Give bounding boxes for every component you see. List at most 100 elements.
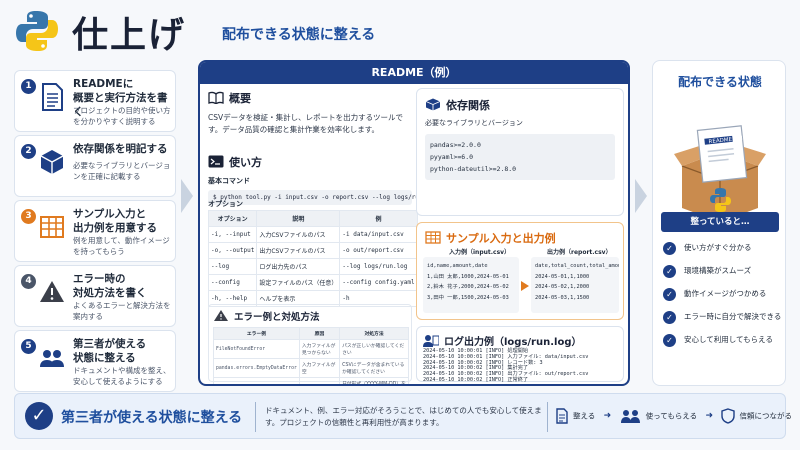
table-header-cell: オプション bbox=[207, 210, 258, 227]
table-cell: 入力ファイルが空 bbox=[298, 358, 341, 378]
output-label: 出力例（report.csv） bbox=[547, 249, 612, 256]
table-row: pandas.errors.EmptyDataError 入力ファイルが空 CS… bbox=[213, 358, 409, 378]
csv-line: date,total_count,total_amount bbox=[535, 263, 619, 269]
book-icon bbox=[208, 91, 224, 104]
table-icon bbox=[40, 216, 64, 238]
overview-text: CSVデータを検証・集計し、レポートを出力するツールです。データ品質の確認と集計… bbox=[208, 113, 403, 134]
benefit-text: エラー時に自分で解決できる bbox=[684, 312, 782, 321]
table-cell: -i, --input bbox=[207, 226, 258, 243]
table-row: --config 設定ファイルのパス（任意） --config config.y… bbox=[207, 274, 418, 291]
table-cell: --log bbox=[207, 258, 258, 275]
csv-line: id,name,amount,date bbox=[427, 263, 488, 269]
package-icon bbox=[425, 98, 441, 111]
check-icon: ✓ bbox=[663, 241, 676, 255]
logs-card: ログ出力例（logs/run.log） 2024-05-10 10:00:01 … bbox=[416, 326, 624, 384]
table-cell: CSVにデータが含まれているか確認してください bbox=[339, 358, 409, 378]
people-icon bbox=[620, 410, 640, 423]
log-line: 2024-05-10 10:00:02 [INFO] 正常終了 bbox=[423, 376, 529, 383]
table-header-cell: エラー例 bbox=[213, 327, 300, 340]
table-cell: --config bbox=[207, 274, 258, 291]
document-icon bbox=[556, 408, 568, 424]
step-title: サンプル入力と 出力例を用意する bbox=[73, 208, 157, 234]
list-item: ✓ 使い方がすぐ分かる bbox=[663, 241, 783, 264]
log-lines: 2024-05-10 10:00:01 [INFO] 処理開始 2024-05-… bbox=[423, 348, 588, 384]
people-icon bbox=[40, 350, 64, 367]
flow-step: 整える bbox=[573, 411, 596, 421]
overview-section: 概要 CSVデータを検証・集計し、レポートを出力するツールです。データ品質の確認… bbox=[208, 90, 408, 136]
benefit-text: 使い方がすぐ分かる bbox=[684, 243, 752, 252]
warning-icon bbox=[40, 281, 64, 302]
sample-title: サンプル入力と出力例 bbox=[446, 232, 556, 245]
errors-title: エラー例と対処方法 bbox=[234, 312, 320, 323]
flow-step: 信頼につながる bbox=[739, 411, 792, 421]
arrow-right-icon bbox=[521, 281, 529, 291]
table-cell: -o, --output bbox=[207, 242, 258, 259]
table-cell: pandas.errors.EmptyDataError bbox=[213, 358, 300, 378]
shield-icon bbox=[721, 408, 736, 424]
step-title: 依存関係を明記する bbox=[73, 143, 168, 155]
table-row: --log ログ出力先のパス --log logs/run.log bbox=[207, 258, 418, 275]
table-header-cell: 説明 bbox=[256, 210, 341, 227]
step-number: 1 bbox=[21, 79, 36, 94]
ready-title: 配布できる状態 bbox=[678, 75, 762, 89]
csv-line: 1,山田 太郎,1000,2024-05-01 bbox=[427, 273, 509, 280]
table-icon bbox=[425, 231, 441, 244]
usage-section: 使い方 基本コマンド $ python tool.py -i input.csv… bbox=[208, 154, 437, 205]
table-cell: 入力ファイルが見つからない bbox=[298, 339, 341, 359]
step-title: 第三者が使える 状態に整える bbox=[73, 338, 147, 364]
step-title: エラー時の 対処方法を書く bbox=[73, 273, 147, 299]
basic-command-label: 基本コマンド bbox=[208, 177, 250, 185]
options-label: オプション bbox=[208, 200, 243, 208]
table-cell: ValueError: Invalid date bbox=[213, 377, 300, 384]
table-cell: -i data/input.csv bbox=[339, 226, 418, 243]
check-icon: ✓ bbox=[663, 310, 676, 324]
arrow-right-icon: ➜ bbox=[705, 411, 714, 421]
benefits-list: ✓ 使い方がすぐ分かる ✓ 環境構築がスムーズ ✓ 動作イメージがつかめる ✓ エラー時… bbox=[663, 241, 783, 356]
table-header-cell: 原因 bbox=[298, 327, 341, 340]
document-icon bbox=[42, 83, 63, 111]
list-item: ✓ 動作イメージがつかめる bbox=[663, 287, 783, 310]
step-5: 5 第三者が使える 状態に整える ドキュメントや構成を整え、安心して使えるように… bbox=[14, 330, 176, 392]
footer-text: ドキュメント、例、エラー対応がそろうことで、はじめての人でも安心して使えます。プ… bbox=[265, 406, 542, 427]
warning-icon bbox=[214, 310, 228, 321]
code-line: pandas>=2.0.0 bbox=[430, 141, 481, 149]
benefit-text: 動作イメージがつかめる bbox=[684, 289, 767, 298]
step-1: 1 READMEに 概要と実行方法を書く プロジェクトの目的や使い方を分かりやす… bbox=[14, 70, 176, 132]
step-desc: 必要なライブラリとバージョンを正確に記載する bbox=[73, 161, 171, 181]
logs-title: ログ出力例（logs/run.log） bbox=[444, 337, 582, 348]
check-icon: ✓ bbox=[663, 287, 676, 301]
csv-line: 2024-05-02,1,2000 bbox=[535, 284, 590, 290]
table-cell: パスが正しいか確認してください bbox=[339, 339, 409, 359]
divider bbox=[255, 402, 256, 432]
divider bbox=[547, 402, 548, 432]
table-cell: ログ出力先のパス bbox=[256, 258, 341, 275]
step-desc: プロジェクトの目的や使い方を分かりやすく説明する bbox=[73, 106, 171, 126]
csv-line: 2024-05-01,1,1000 bbox=[535, 273, 590, 280]
step-desc: 例を用意して、動作イメージを持ってもらう bbox=[73, 236, 170, 256]
arrow-right-icon: ➜ bbox=[603, 411, 612, 421]
table-header-cell: 例 bbox=[339, 210, 418, 227]
step-desc: よくあるエラーと解決方法を案内する bbox=[73, 301, 171, 321]
step-3: 3 サンプル入力と 出力例を用意する 例を用意して、動作イメージを持ってもらう bbox=[14, 200, 176, 262]
step-number: 2 bbox=[21, 144, 36, 159]
table-row: ValueError: Invalid date 日付形式が不正 日付形式（YY… bbox=[213, 377, 409, 384]
table-cell: 入力CSVファイルのパス bbox=[256, 226, 341, 243]
python-logo-icon bbox=[16, 11, 58, 51]
deps-code: pandas>=2.0.0 pyyaml>=6.0 python-dateuti… bbox=[425, 134, 615, 180]
table-cell: 日付形式が不正 bbox=[298, 377, 341, 384]
options-table: オプション 説明 例 -i, --input 入力CSVファイルのパス -i d… bbox=[207, 210, 418, 307]
terminal-icon bbox=[208, 155, 224, 168]
dependencies-card: 依存関係 必要なライブラリとバージョン pandas>=2.0.0 pyyaml… bbox=[416, 88, 624, 216]
ready-panel: 配布できる状態 README.md 整っていると… ✓ 使い方がすぐ分かる ✓ 環境… bbox=[652, 60, 786, 386]
page-title: 仕上げ bbox=[72, 15, 187, 56]
csv-line: 2024-05-03,1,1500 bbox=[535, 294, 590, 301]
readme-heading: README（例） bbox=[200, 62, 628, 84]
table-cell: 出力CSVファイルのパス bbox=[256, 242, 341, 259]
steps-list: 1 READMEに 概要と実行方法を書く プロジェクトの目的や使い方を分かりやす… bbox=[14, 70, 176, 395]
list-item: ✓ 安心して利用してもらえる bbox=[663, 333, 783, 356]
table-header-cell: 対処方法 bbox=[339, 327, 409, 340]
deps-subtitle: 必要なライブラリとバージョン bbox=[425, 119, 523, 127]
good-title: 整っていると… bbox=[661, 212, 779, 232]
check-icon: ✓ bbox=[663, 264, 676, 278]
footer-title: 第三者が使える状態に整える bbox=[61, 410, 243, 426]
